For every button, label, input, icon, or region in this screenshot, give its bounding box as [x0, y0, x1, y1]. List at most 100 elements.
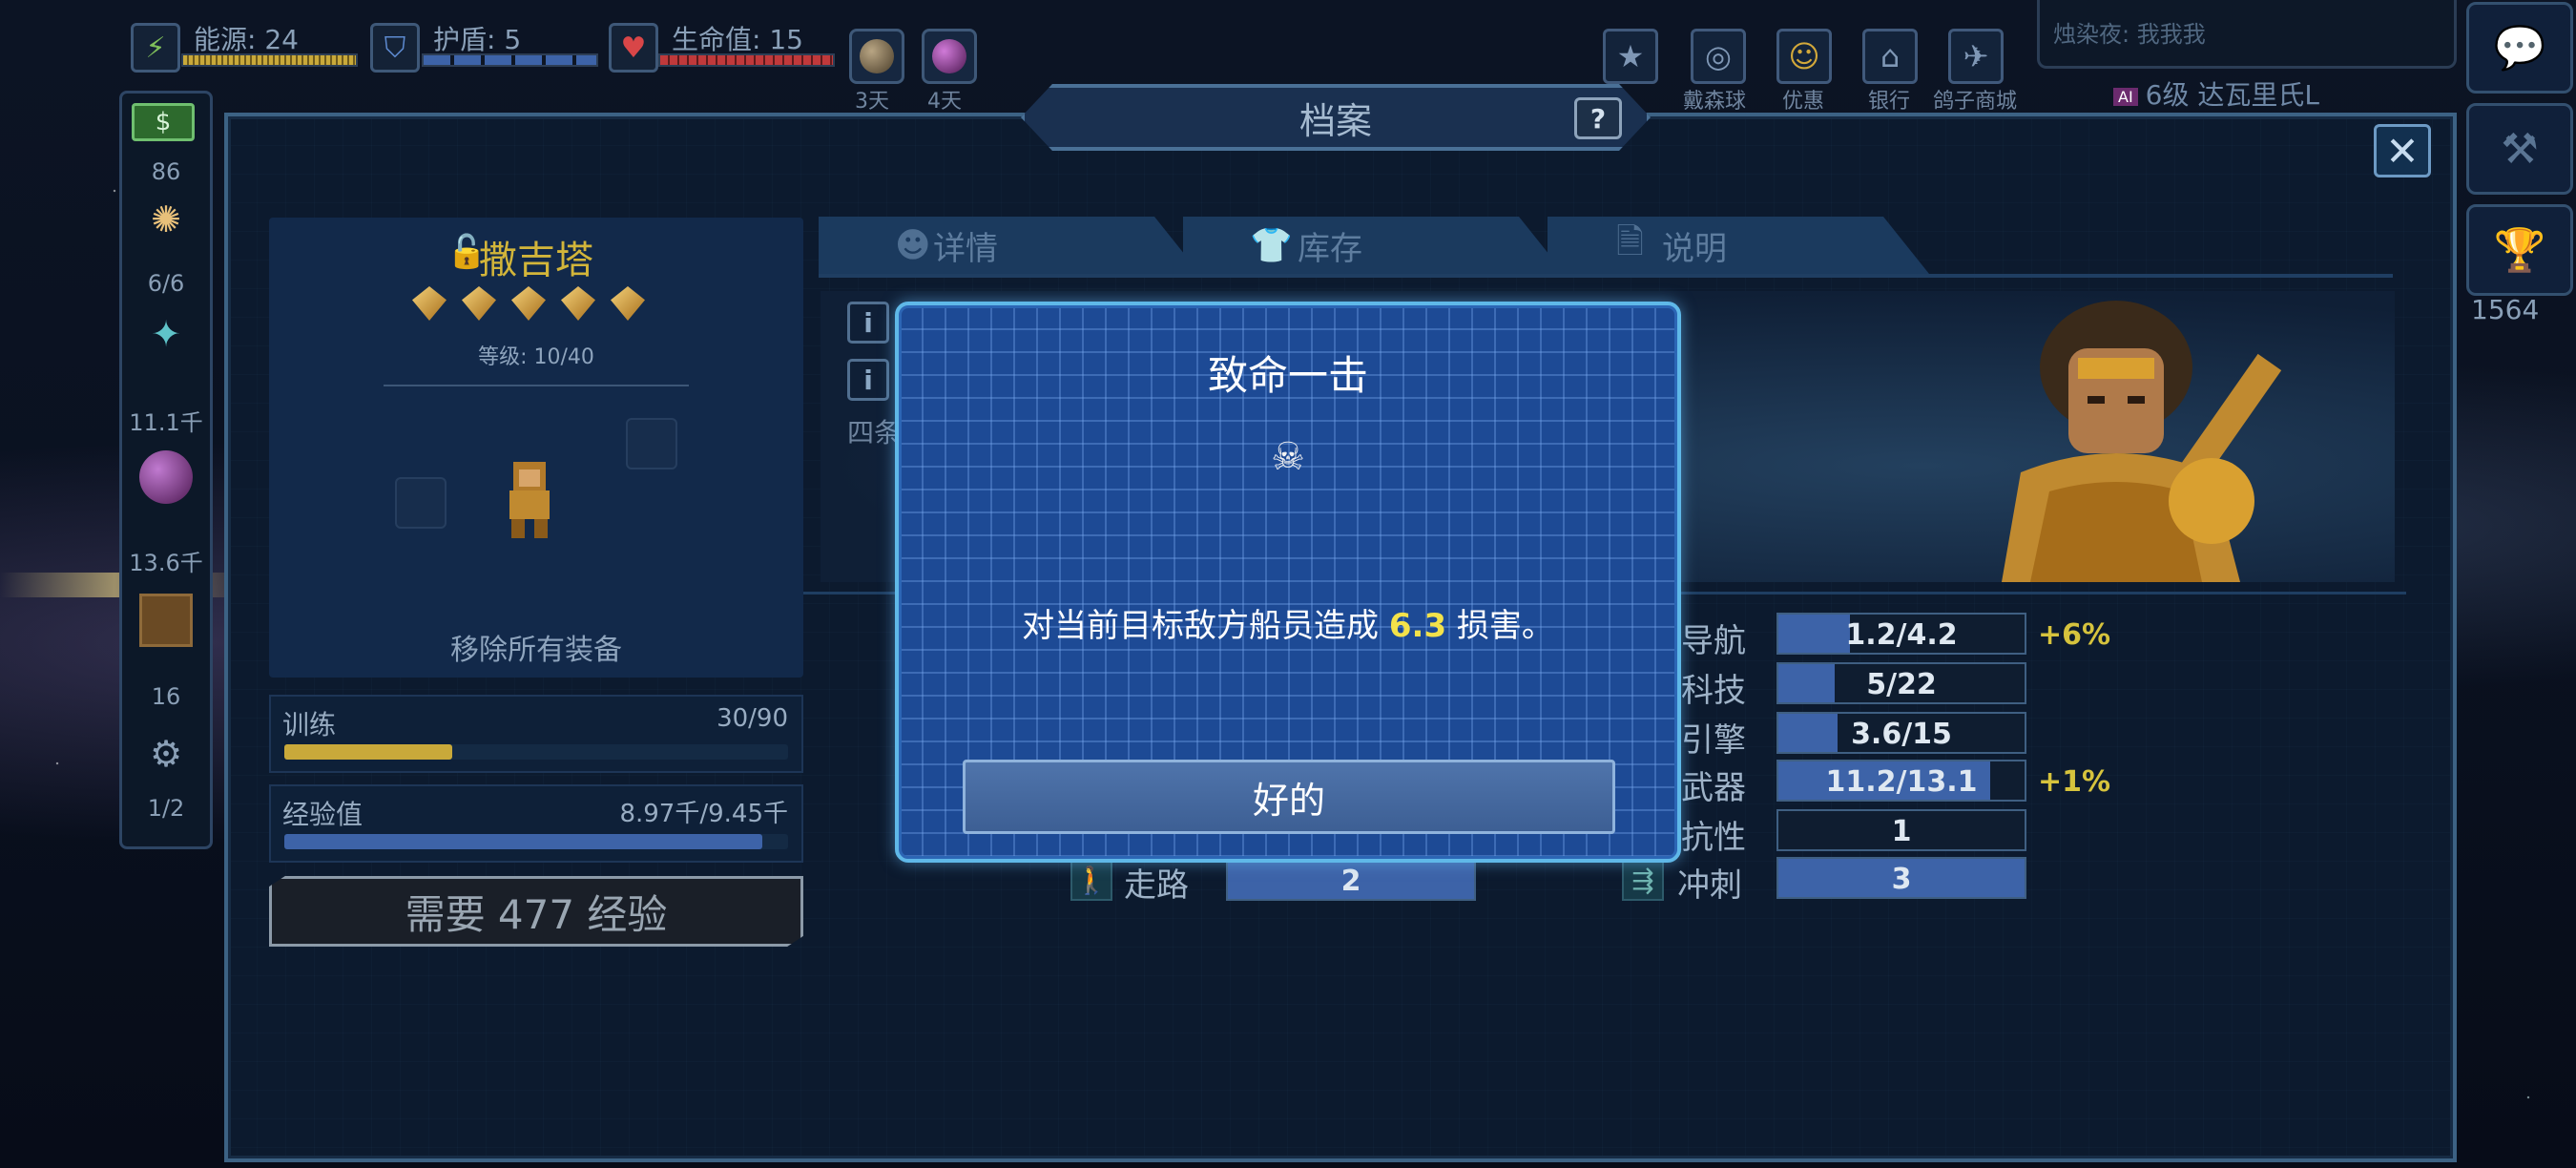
supplies-icon[interactable]	[132, 590, 200, 651]
remove-all-equipment-button[interactable]: 移除所有装备	[269, 626, 803, 668]
stat-weapons: 11.2/13.1	[1776, 760, 2026, 802]
stat-value-navigation: 1.2/4.2	[1845, 618, 1958, 652]
training-value: 30/90	[717, 704, 788, 733]
smiley-icon: ☺	[1788, 38, 1820, 74]
planet-button-1[interactable]	[849, 29, 904, 84]
bank-button[interactable]: ⌂	[1862, 29, 1918, 84]
stat-navigation: 1.2/4.2	[1776, 613, 2026, 655]
hammer-icon: ⚒	[2501, 124, 2539, 174]
health-label: 生命值: 15	[672, 24, 803, 55]
dialog-title: 致命一击	[1207, 352, 1368, 399]
stat-value-sprint: 3	[1891, 863, 1912, 896]
bank-label: 银行	[1868, 90, 1911, 114]
gas-icon[interactable]	[132, 447, 200, 508]
shield-label: 护盾: 5	[433, 24, 522, 55]
money-icon[interactable]: $	[132, 103, 195, 141]
planet1-days: 3天	[855, 90, 889, 114]
lightning-icon: ⚡	[131, 23, 180, 73]
module-count: 1/2	[147, 795, 185, 822]
stat-value-engine: 3.6/15	[1851, 718, 1952, 751]
training-bar	[284, 744, 788, 760]
armor-slot[interactable]	[626, 418, 677, 469]
weapon-slot[interactable]	[395, 477, 447, 529]
bank-icon: ⌂	[1880, 38, 1901, 74]
module-icon[interactable]: ⚙	[132, 723, 200, 784]
chat-button[interactable]: 💬	[2466, 2, 2573, 94]
dyson-sphere-icon: ◎	[1705, 38, 1732, 74]
xp-value: 8.97千/9.45千	[619, 800, 788, 828]
person-icon: ☻	[895, 225, 931, 265]
pigeon-shop-button[interactable]: ✈	[1948, 29, 2004, 84]
purple-planet-icon	[932, 39, 966, 73]
crew-name: 撒吉塔	[479, 239, 593, 282]
tab-details[interactable]: ☻ 详情	[819, 217, 1200, 274]
info-icon: i	[863, 364, 873, 396]
crew-level: 等级: 10/40	[478, 345, 594, 369]
star-button[interactable]: ★	[1603, 29, 1658, 84]
crystal-icon[interactable]: ✦	[132, 303, 200, 365]
crew-card: 🔓 撒吉塔 等级: 10/40 移除所有装备	[269, 218, 803, 678]
xp-label: 经验值	[282, 799, 364, 830]
walk-icon: 🚶	[1070, 859, 1112, 901]
window-title: 档案	[1298, 99, 1372, 142]
window-title-tab: 档案	[1021, 84, 1651, 151]
planet-icon	[860, 39, 894, 73]
trophy-score: 1564	[2471, 294, 2540, 325]
crew-sprite	[509, 462, 550, 538]
dyson-sphere-button[interactable]: ◎	[1691, 29, 1746, 84]
shield-indicator: ⛉ 护盾: 5	[370, 19, 521, 76]
help-button[interactable]: ?	[1574, 97, 1622, 139]
gem-icon	[462, 286, 496, 321]
shield-bar	[422, 53, 598, 67]
dialog-body-suffix: 损害。	[1446, 607, 1554, 645]
info-icon: i	[863, 306, 873, 339]
skull-crossbones-icon: ☠	[1271, 435, 1305, 479]
tab-details-label: 详情	[933, 229, 998, 268]
health-bar	[658, 53, 835, 67]
stat-bonus-navigation: +6%	[2038, 618, 2111, 652]
training-label: 训练	[282, 709, 337, 740]
stat-label-tech: 科技	[1681, 672, 1746, 710]
shield-icon: ⛉	[370, 23, 420, 73]
crew-portrait	[2002, 301, 2282, 582]
gem-icon	[412, 286, 447, 321]
gas-count: 13.6千	[129, 550, 203, 576]
crew-icon[interactable]: ✺	[132, 189, 200, 250]
player-level-name: 6级 达瓦里氏L	[2145, 79, 2319, 111]
supplies-count: 16	[151, 683, 181, 710]
build-button[interactable]: ⚒	[2466, 103, 2573, 195]
tab-description[interactable]: 🗎 说明	[1548, 217, 1929, 274]
ability-info-button-1[interactable]: i	[847, 302, 889, 344]
close-button[interactable]: ✕	[2374, 124, 2431, 177]
need-xp-button[interactable]: 需要 477 经验	[269, 876, 803, 947]
dyson-sphere-label: 戴森球	[1683, 90, 1747, 114]
dialog-body-prefix: 对当前目标敌方船员造成	[1022, 607, 1389, 645]
ability-info-button-2[interactable]: i	[847, 359, 889, 401]
shirt-icon: 👕	[1250, 226, 1293, 265]
gem-icon	[511, 286, 546, 321]
chat-text: 烛染夜: 我我我	[2053, 21, 2206, 48]
heart-icon: ♥	[609, 23, 658, 73]
player-info[interactable]: AI 6级 达瓦里氏L	[2113, 74, 2319, 113]
stat-value-walk: 2	[1340, 865, 1361, 898]
ok-button[interactable]: 好的	[963, 760, 1615, 834]
resource-sidebar: $ 86 ✺ 6/6 ✦ 11.1千 13.6千 16 ⚙ 1/2	[119, 91, 213, 849]
deals-button[interactable]: ☺	[1776, 29, 1832, 84]
tab-inventory[interactable]: 👕 库存	[1183, 217, 1565, 274]
stat-label-resistance: 抗性	[1681, 819, 1746, 857]
star-icon: ★	[1616, 38, 1645, 74]
stat-walk: 2	[1226, 859, 1476, 901]
stat-label-weapons: 武器	[1681, 769, 1746, 807]
planet-button-2[interactable]	[922, 29, 977, 84]
stat-bonus-weapons: +1%	[2038, 765, 2111, 799]
skill-info-dialog: 致命一击 ☠ 对当前目标敌方船员造成 6.3 损害。 好的	[895, 302, 1681, 863]
stat-label-navigation: 导航	[1681, 622, 1746, 660]
chat-preview[interactable]: 烛染夜: 我我我	[2037, 0, 2457, 69]
tab-underline	[819, 274, 2393, 278]
close-icon: ✕	[2385, 127, 2420, 175]
stat-value-resistance: 1	[1891, 815, 1912, 848]
stat-engine: 3.6/15	[1776, 712, 2026, 754]
trophy-button[interactable]: 🏆	[2466, 204, 2573, 296]
deals-label: 优惠	[1782, 90, 1825, 114]
stat-tech: 5/22	[1776, 662, 2026, 704]
